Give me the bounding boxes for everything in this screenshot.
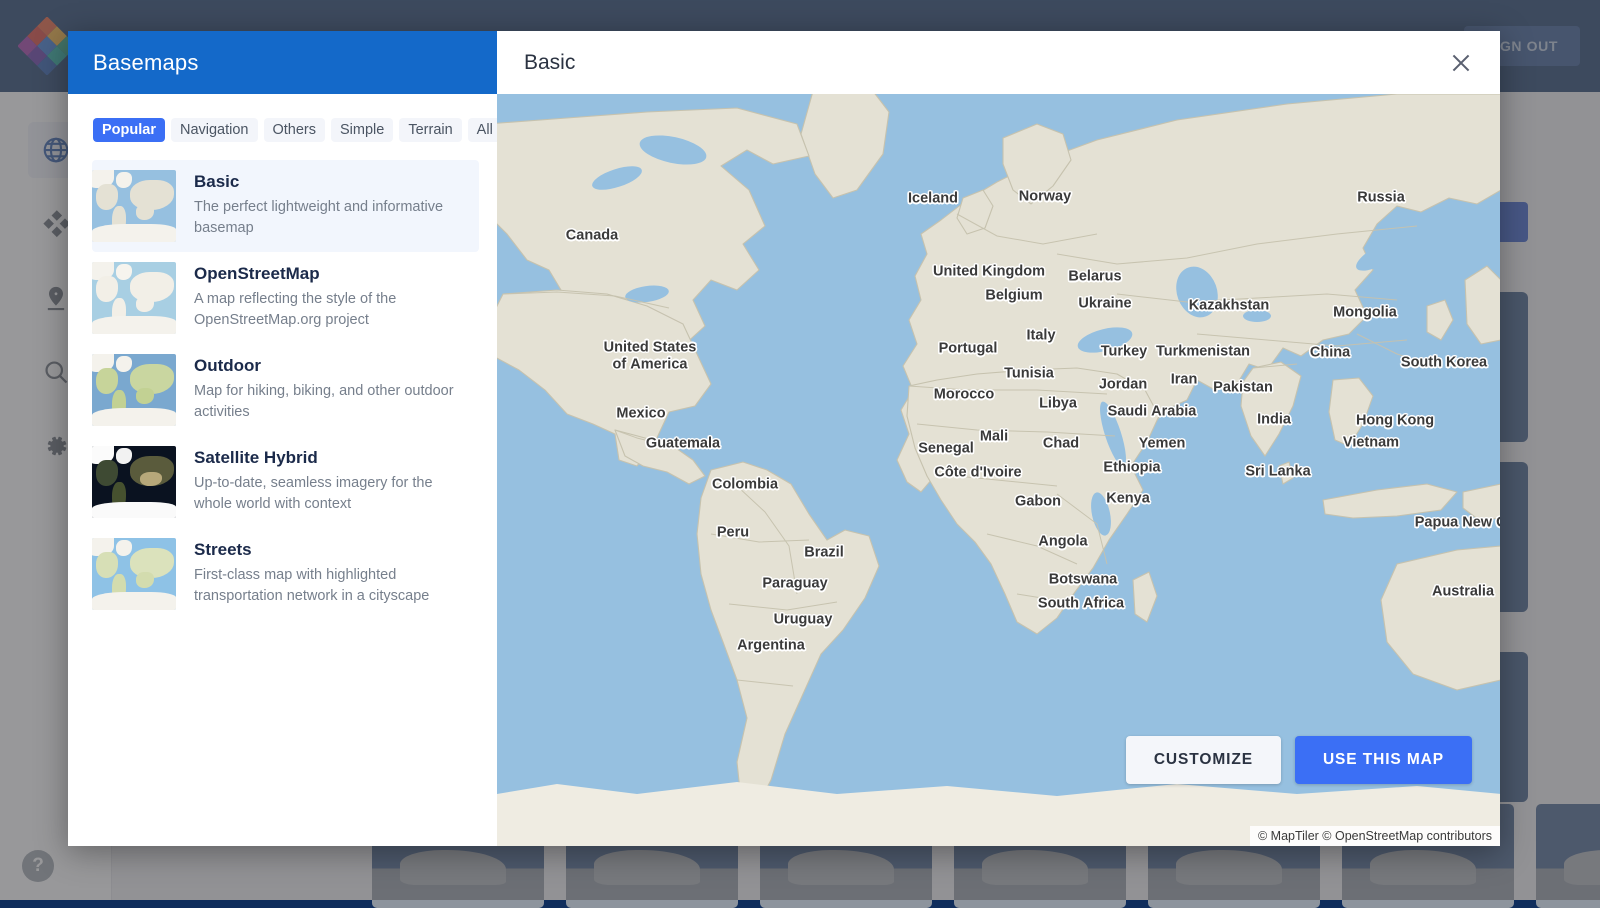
map-action-buttons: CUSTOMIZE USE THIS MAP xyxy=(1126,736,1472,784)
map-label: Libya xyxy=(1039,396,1077,413)
map-label: Argentina xyxy=(737,638,805,655)
basemap-thumbnail xyxy=(92,446,176,518)
map-label: Pakistan xyxy=(1213,380,1273,397)
basemap-title: Basic xyxy=(194,172,469,192)
basemap-thumbnail xyxy=(92,538,176,610)
map-label: Sri Lanka xyxy=(1245,464,1310,481)
map-label: Kazakhstan xyxy=(1189,298,1270,315)
map-label: Russia xyxy=(1357,190,1405,207)
list-item[interactable]: Basic The perfect lightweight and inform… xyxy=(92,160,479,252)
map-label: Chad xyxy=(1043,436,1079,453)
basemap-text: Outdoor Map for hiking, biking, and othe… xyxy=(194,354,469,422)
tab-others[interactable]: Others xyxy=(264,118,326,142)
map-label: Mexico xyxy=(616,406,665,423)
basemap-text: OpenStreetMap A map reflecting the style… xyxy=(194,262,469,330)
map-label: Angola xyxy=(1038,534,1087,551)
basemaps-modal: Basemaps Popular Navigation Others Simpl… xyxy=(68,31,1500,846)
basemap-text: Satellite Hybrid Up-to-date, seamless im… xyxy=(194,446,469,514)
basemap-text: Streets First-class map with highlighted… xyxy=(194,538,469,606)
basemap-title: OpenStreetMap xyxy=(194,264,469,284)
close-icon[interactable] xyxy=(1444,46,1478,80)
map-label: Brazil xyxy=(804,545,844,562)
basemap-description: The perfect lightweight and informative … xyxy=(194,197,469,238)
map-label: Mali xyxy=(980,429,1008,446)
map-label: United Statesof America xyxy=(604,339,697,372)
tab-navigation[interactable]: Navigation xyxy=(171,118,258,142)
preview-header: Basic xyxy=(497,31,1500,94)
basemap-description: First-class map with highlighted transpo… xyxy=(194,565,469,606)
map-label: United Kingdom xyxy=(933,264,1045,281)
map-label: Yemen xyxy=(1139,436,1186,453)
map-label: Jordan xyxy=(1099,377,1147,394)
map-label: Saudi Arabia xyxy=(1108,404,1197,421)
map-label: Ethiopia xyxy=(1103,460,1160,477)
map-label: Norway xyxy=(1019,189,1071,206)
map-label: Australia xyxy=(1432,584,1494,601)
map-label: Portugal xyxy=(939,341,998,358)
basemaps-header-title: Basemaps xyxy=(68,31,497,94)
map-label: Canada xyxy=(566,228,618,245)
basemap-description: Map for hiking, biking, and other outdoo… xyxy=(194,381,469,422)
map-label: Uruguay xyxy=(774,612,833,629)
map-label: Senegal xyxy=(918,441,974,458)
map-label: Côte d'Ivoire xyxy=(934,465,1021,482)
category-tabs: Popular Navigation Others Simple Terrain… xyxy=(68,94,497,142)
map-label: Vietnam xyxy=(1343,435,1399,452)
map-attribution[interactable]: © MapTiler © OpenStreetMap contributors xyxy=(1250,826,1500,846)
use-this-map-button[interactable]: USE THIS MAP xyxy=(1295,736,1472,784)
basemap-thumbnail xyxy=(92,262,176,334)
list-item[interactable]: Streets First-class map with highlighted… xyxy=(92,528,479,620)
customize-button[interactable]: CUSTOMIZE xyxy=(1126,736,1281,784)
map-label: China xyxy=(1310,345,1350,362)
map-label: Turkmenistan xyxy=(1156,344,1250,361)
basemap-thumbnail xyxy=(92,354,176,426)
map-label: Iran xyxy=(1171,372,1198,389)
map-label: Iceland xyxy=(908,191,958,208)
map-label: Colombia xyxy=(712,477,778,494)
list-item[interactable]: Outdoor Map for hiking, biking, and othe… xyxy=(92,344,479,436)
preview-title: Basic xyxy=(524,51,1444,75)
basemap-text: Basic The perfect lightweight and inform… xyxy=(194,170,469,238)
list-item[interactable]: OpenStreetMap A map reflecting the style… xyxy=(92,252,479,344)
basemap-description: A map reflecting the style of the OpenSt… xyxy=(194,289,469,330)
basemap-preview-panel: Basic xyxy=(497,31,1500,846)
map-label: South Africa xyxy=(1038,596,1124,613)
map-label: Morocco xyxy=(934,387,994,404)
map-label: Tunisia xyxy=(1004,366,1054,383)
map-label: Kenya xyxy=(1106,491,1150,508)
map-label: Guatemala xyxy=(646,436,720,453)
map-label: Mongolia xyxy=(1333,305,1397,322)
map-label: Peru xyxy=(717,525,749,542)
basemap-thumbnail xyxy=(92,170,176,242)
map-label: Ukraine xyxy=(1078,296,1131,313)
tab-simple[interactable]: Simple xyxy=(331,118,393,142)
basemaps-left-panel: Basemaps Popular Navigation Others Simpl… xyxy=(68,31,497,846)
basemap-title: Outdoor xyxy=(194,356,469,376)
map-label: Belgium xyxy=(985,288,1042,305)
map-preview[interactable]: Canada Iceland Norway Russia United King… xyxy=(497,94,1500,846)
basemap-title: Streets xyxy=(194,540,469,560)
tab-popular[interactable]: Popular xyxy=(93,118,165,142)
basemap-title: Satellite Hybrid xyxy=(194,448,469,468)
map-label: Gabon xyxy=(1015,494,1061,511)
map-label: Belarus xyxy=(1068,269,1121,286)
tab-terrain[interactable]: Terrain xyxy=(399,118,461,142)
map-label: Italy xyxy=(1026,328,1055,345)
map-label: Papua New Guinea xyxy=(1415,515,1500,532)
map-label: South Korea xyxy=(1401,355,1487,372)
map-label: India xyxy=(1257,412,1291,429)
list-item[interactable]: Satellite Hybrid Up-to-date, seamless im… xyxy=(92,436,479,528)
basemap-description: Up-to-date, seamless imagery for the who… xyxy=(194,473,469,514)
map-label: Paraguay xyxy=(762,576,827,593)
map-label: Hong Kong xyxy=(1356,413,1434,430)
map-label: Botswana xyxy=(1049,572,1118,589)
map-label: Turkey xyxy=(1101,344,1147,361)
basemap-list: Basic The perfect lightweight and inform… xyxy=(68,160,497,620)
